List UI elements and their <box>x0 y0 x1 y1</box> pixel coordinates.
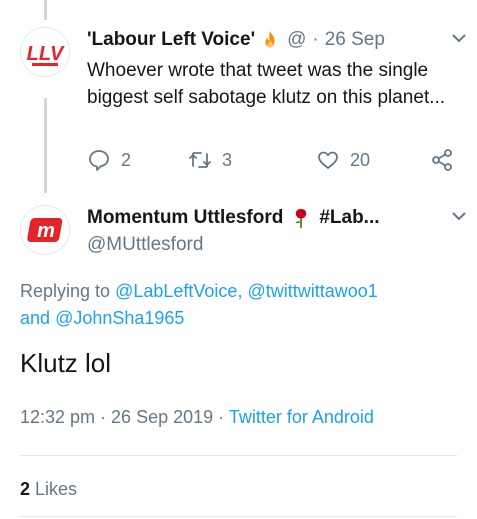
tweet2-handle[interactable]: @MUttlesford <box>87 234 462 260</box>
retweet-count: 3 <box>222 149 233 170</box>
chevron-down-icon-2[interactable] <box>451 211 467 221</box>
tweet2-client[interactable]: Twitter for Android <box>229 407 374 427</box>
like-count: 20 <box>350 149 371 170</box>
likes-label: Likes <box>35 479 78 499</box>
mention-twittwittawoo1[interactable]: @twittwittawoo1 <box>247 281 377 301</box>
tweet1-text: Whoever wrote that tweet was the single … <box>87 60 446 108</box>
tweet1-handle[interactable]: @ <box>287 29 306 51</box>
retweet-icon <box>189 152 211 168</box>
thread-line-connector <box>44 98 47 193</box>
tweet2-author-name[interactable]: Momentum Uttlesford <box>87 207 283 229</box>
likes-count: 2 <box>20 479 31 499</box>
fire-icon <box>265 30 275 48</box>
tweet2-likes[interactable]: 2 Likes <box>20 479 77 500</box>
separator-dot: · <box>312 29 319 50</box>
tweet2-header: Momentum Uttlesford #Lab... @MUttlesford <box>87 205 462 260</box>
tweet2-name-suffix[interactable]: #Lab... <box>319 207 379 229</box>
chevron-down-icon[interactable] <box>451 33 467 43</box>
and-text: and <box>20 308 51 328</box>
avatar-llv-text: LLV <box>27 43 65 65</box>
divider-bottom <box>20 516 457 517</box>
tweet1-time[interactable]: 26 Sep <box>325 29 385 51</box>
avatar-momentum-uttlesford[interactable]: m <box>20 205 70 255</box>
tweet1-actions: 2 3 20 <box>87 148 462 178</box>
tweet2-text: Klutz lol <box>20 348 112 378</box>
reply-count: 2 <box>121 149 132 170</box>
tweet1-author-name[interactable]: 'Labour Left Voice' <box>87 29 255 51</box>
heart-icon <box>318 151 338 169</box>
like-action[interactable]: 20 <box>316 148 370 172</box>
replying-prefix: Replying to <box>20 281 111 301</box>
share-action[interactable] <box>430 148 464 172</box>
retweet-action[interactable]: 3 <box>188 148 232 172</box>
reply-action[interactable]: 2 <box>87 148 131 172</box>
rose-icon <box>295 209 307 228</box>
tweet2-timestamp: 12:32 pm · 26 Sep 2019 · <box>20 407 225 427</box>
reply-icon <box>89 150 109 171</box>
tweet1-header: 'Labour Left Voice' @ · 26 Sep <box>87 27 462 53</box>
share-icon <box>432 149 452 171</box>
divider <box>20 455 457 456</box>
tweet2-meta: 12:32 pm · 26 Sep 2019 · Twitter for And… <box>20 407 374 428</box>
mention-lableftvoice[interactable]: @LabLeftVoice, <box>115 281 242 301</box>
avatar-labour-left-voice[interactable]: LLV <box>20 27 70 77</box>
avatar-m-text: m <box>37 220 55 242</box>
replying-to: Replying to @LabLeftVoice, @twittwittawo… <box>20 278 470 332</box>
thread-line-top <box>44 0 47 20</box>
mention-johnsha1965[interactable]: @JohnSha1965 <box>55 308 184 328</box>
